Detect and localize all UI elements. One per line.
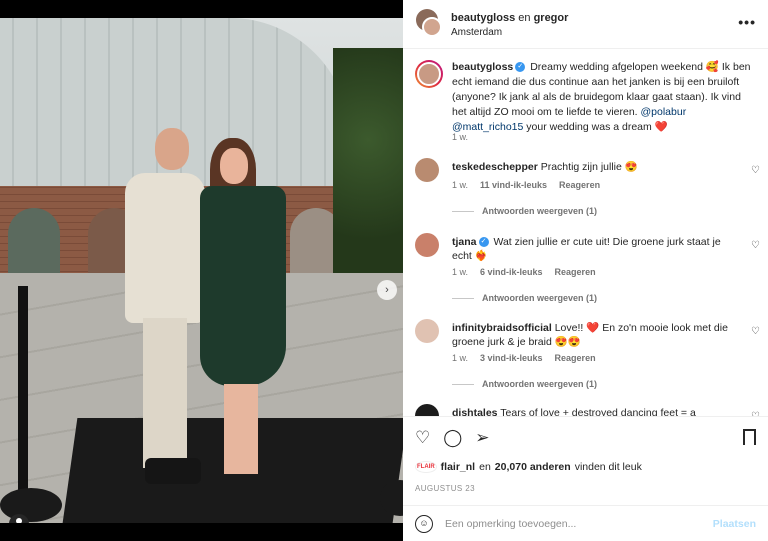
comment-likes[interactable]: 3 vind-ik-leuks	[480, 353, 543, 363]
likes-suffix: vinden dit leuk	[574, 461, 642, 473]
comment-time[interactable]: 1 w.	[452, 267, 468, 277]
caption-text: beautygloss ✓ Dreamy wedding afgelopen we…	[452, 60, 757, 135]
comment-text: infinitybraidsofficial Love!! ❤️ En zo'n…	[452, 321, 742, 349]
view-replies-button[interactable]: Antwoorden weergeven (1)	[452, 293, 597, 303]
caption-body-end: your wedding was a dream ❤️	[526, 121, 668, 133]
comment-likes[interactable]: 11 vind-ik-leuks	[480, 180, 547, 190]
stanchion-pole	[18, 286, 28, 516]
comment-username[interactable]: tjana	[452, 236, 477, 248]
send-icon[interactable]: ➢	[475, 429, 489, 447]
action-bar: ♡ ◯ ➢ FLAIR flair_nl en 20,070 anderen v…	[403, 416, 768, 516]
groom-figure	[115, 128, 205, 498]
comment-text: tjana ✓ Wat zien jullie er cute uit! Die …	[452, 235, 742, 263]
author-conjunction: en	[518, 12, 531, 24]
likes-count[interactable]: 20,070 anderen	[495, 461, 571, 473]
post-dialog: › beautygloss en gregor Amsterdam ••• be…	[0, 0, 768, 541]
post-header: beautygloss en gregor Amsterdam •••	[403, 0, 768, 49]
comment-body: Wat zien jullie er cute uit! Die groene …	[452, 236, 721, 262]
comment-text: teskedeschepper Prachtig zijn jullie 😍	[452, 160, 742, 174]
location-link[interactable]: Amsterdam	[451, 27, 502, 38]
comment-username[interactable]: infinitybraidsofficial	[452, 322, 552, 334]
more-horizontal-icon[interactable]: •••	[738, 14, 756, 30]
bookmark-icon[interactable]	[743, 429, 756, 445]
comment-body: Tears of love + destroyed dancing feet =…	[500, 407, 696, 416]
emoji-icon[interactable]: ☺	[415, 515, 433, 533]
post-side-panel: beautygloss en gregor Amsterdam ••• beau…	[403, 0, 768, 541]
likes-summary: FLAIR flair_nl en 20,070 anderen vinden …	[415, 461, 642, 473]
comment-meta: 1 w. 3 vind-ik-leuks Reageren	[452, 353, 596, 363]
avatar[interactable]	[415, 158, 439, 182]
coauthor-link[interactable]: gregor	[534, 12, 569, 24]
post-photo[interactable]: ›	[0, 18, 403, 523]
comment-username[interactable]: teskedeschepper	[452, 161, 538, 173]
verified-badge-icon: ✓	[515, 62, 526, 73]
action-icons: ♡ ◯ ➢	[415, 429, 490, 447]
reply-button[interactable]: Reageren	[555, 267, 596, 277]
mention-link[interactable]: @polabur	[641, 106, 687, 118]
comment-composer: ☺ Plaatsen	[403, 505, 768, 541]
comment-time[interactable]: 1 w.	[452, 180, 468, 190]
flair-logo[interactable]: FLAIR	[415, 461, 437, 473]
heart-icon[interactable]: ♡	[751, 326, 760, 337]
caption-timestamp[interactable]: 1 w.	[452, 132, 468, 142]
heart-icon[interactable]: ♡	[415, 429, 430, 447]
arch-window	[8, 208, 60, 278]
avatar[interactable]	[415, 319, 439, 343]
trees	[333, 48, 403, 278]
comment-likes[interactable]: 6 vind-ik-leuks	[480, 267, 543, 277]
reply-button[interactable]: Reageren	[555, 353, 596, 363]
avatar[interactable]	[422, 17, 442, 37]
comment-meta: 1 w. 11 vind-ik-leuks Reageren	[452, 180, 600, 190]
comment-input[interactable]	[445, 515, 685, 533]
post-comment-button[interactable]: Plaatsen	[713, 518, 756, 530]
avatar[interactable]	[415, 233, 439, 257]
woman-figure	[196, 138, 286, 478]
avatar[interactable]	[415, 404, 439, 416]
comment-body: Prachtig zijn jullie 😍	[540, 161, 638, 173]
heart-icon[interactable]: ♡	[751, 240, 760, 251]
comment-username[interactable]: dishtales	[452, 407, 498, 416]
verified-badge-icon: ✓	[478, 237, 489, 248]
likes-conjunction: en	[479, 461, 491, 473]
comment-meta: 1 w. 6 vind-ik-leuks Reageren	[452, 267, 596, 277]
liker-username[interactable]: flair_nl	[441, 461, 475, 473]
author-names: beautygloss en gregor	[451, 12, 568, 24]
reply-button[interactable]: Reageren	[559, 180, 600, 190]
heart-icon[interactable]: ♡	[751, 165, 760, 176]
avatar[interactable]	[415, 60, 443, 88]
author-link[interactable]: beautygloss	[451, 12, 515, 24]
post-date[interactable]: AUGUSTUS 23	[415, 484, 475, 493]
stanchion-base	[0, 488, 62, 522]
comment-time[interactable]: 1 w.	[452, 353, 468, 363]
comments-scroll-area[interactable]: beautygloss ✓ Dreamy wedding afgelopen we…	[403, 50, 768, 416]
view-replies-button[interactable]: Antwoorden weergeven (1)	[452, 379, 597, 389]
chevron-right-icon[interactable]: ›	[377, 280, 397, 300]
comment-text: dishtales Tears of love + destroyed danc…	[452, 406, 742, 416]
view-replies-button[interactable]: Antwoorden weergeven (1)	[452, 206, 597, 216]
comment-icon[interactable]: ◯	[443, 429, 462, 447]
caption-username[interactable]: beautygloss	[452, 61, 513, 73]
